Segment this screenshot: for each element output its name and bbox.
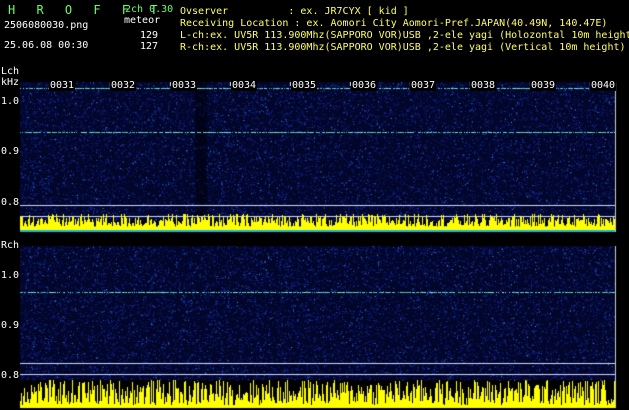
time-tick: 0040 — [590, 80, 617, 91]
time-tick: 0038 — [470, 80, 497, 91]
meteor-label: meteor — [124, 15, 161, 26]
lch-ytick-1: 1.0 — [1, 96, 20, 107]
spectrogram-canvas — [0, 0, 629, 410]
rch-ytick-1: 1.0 — [1, 270, 20, 281]
time-tick: 0035 — [291, 80, 318, 91]
rch-ytick-2: 0.9 — [1, 320, 20, 331]
rch-info-line: R-ch:ex. UV5R 113.900Mhz(SAPPORO VOR)USB… — [180, 42, 626, 53]
lch-label: Lch — [1, 66, 20, 77]
observer-line: Ovserver : ex. JR7CYX [ kid ] — [180, 6, 409, 17]
lch-ytick-2: 0.9 — [1, 146, 20, 157]
lch-unit: kHz — [1, 77, 20, 88]
time-tick: 0032 — [110, 80, 137, 91]
time-tick: 0033 — [171, 80, 198, 91]
lch-info-line: L-ch:ex. UV5R 113.900Mhz(SAPPORO VOR)USB… — [180, 30, 629, 41]
time-tick: 0031 — [49, 80, 76, 91]
rch-count: 127 — [140, 41, 159, 52]
time-tick: 0037 — [410, 80, 437, 91]
time-tick: 0039 — [530, 80, 557, 91]
location-line: Receiving Location : ex. Aomori City Aom… — [180, 18, 608, 29]
rch-label: Rch — [1, 240, 20, 251]
rch-ytick-3: 0.8 — [1, 370, 20, 381]
time-tick: 0034 — [231, 80, 258, 91]
time-tick: 0036 — [351, 80, 378, 91]
lch-ytick-3: 0.8 — [1, 197, 20, 208]
datetime-label: 25.06.08 00:30 — [4, 40, 89, 51]
filename-label: 2506080030.png — [4, 20, 89, 31]
